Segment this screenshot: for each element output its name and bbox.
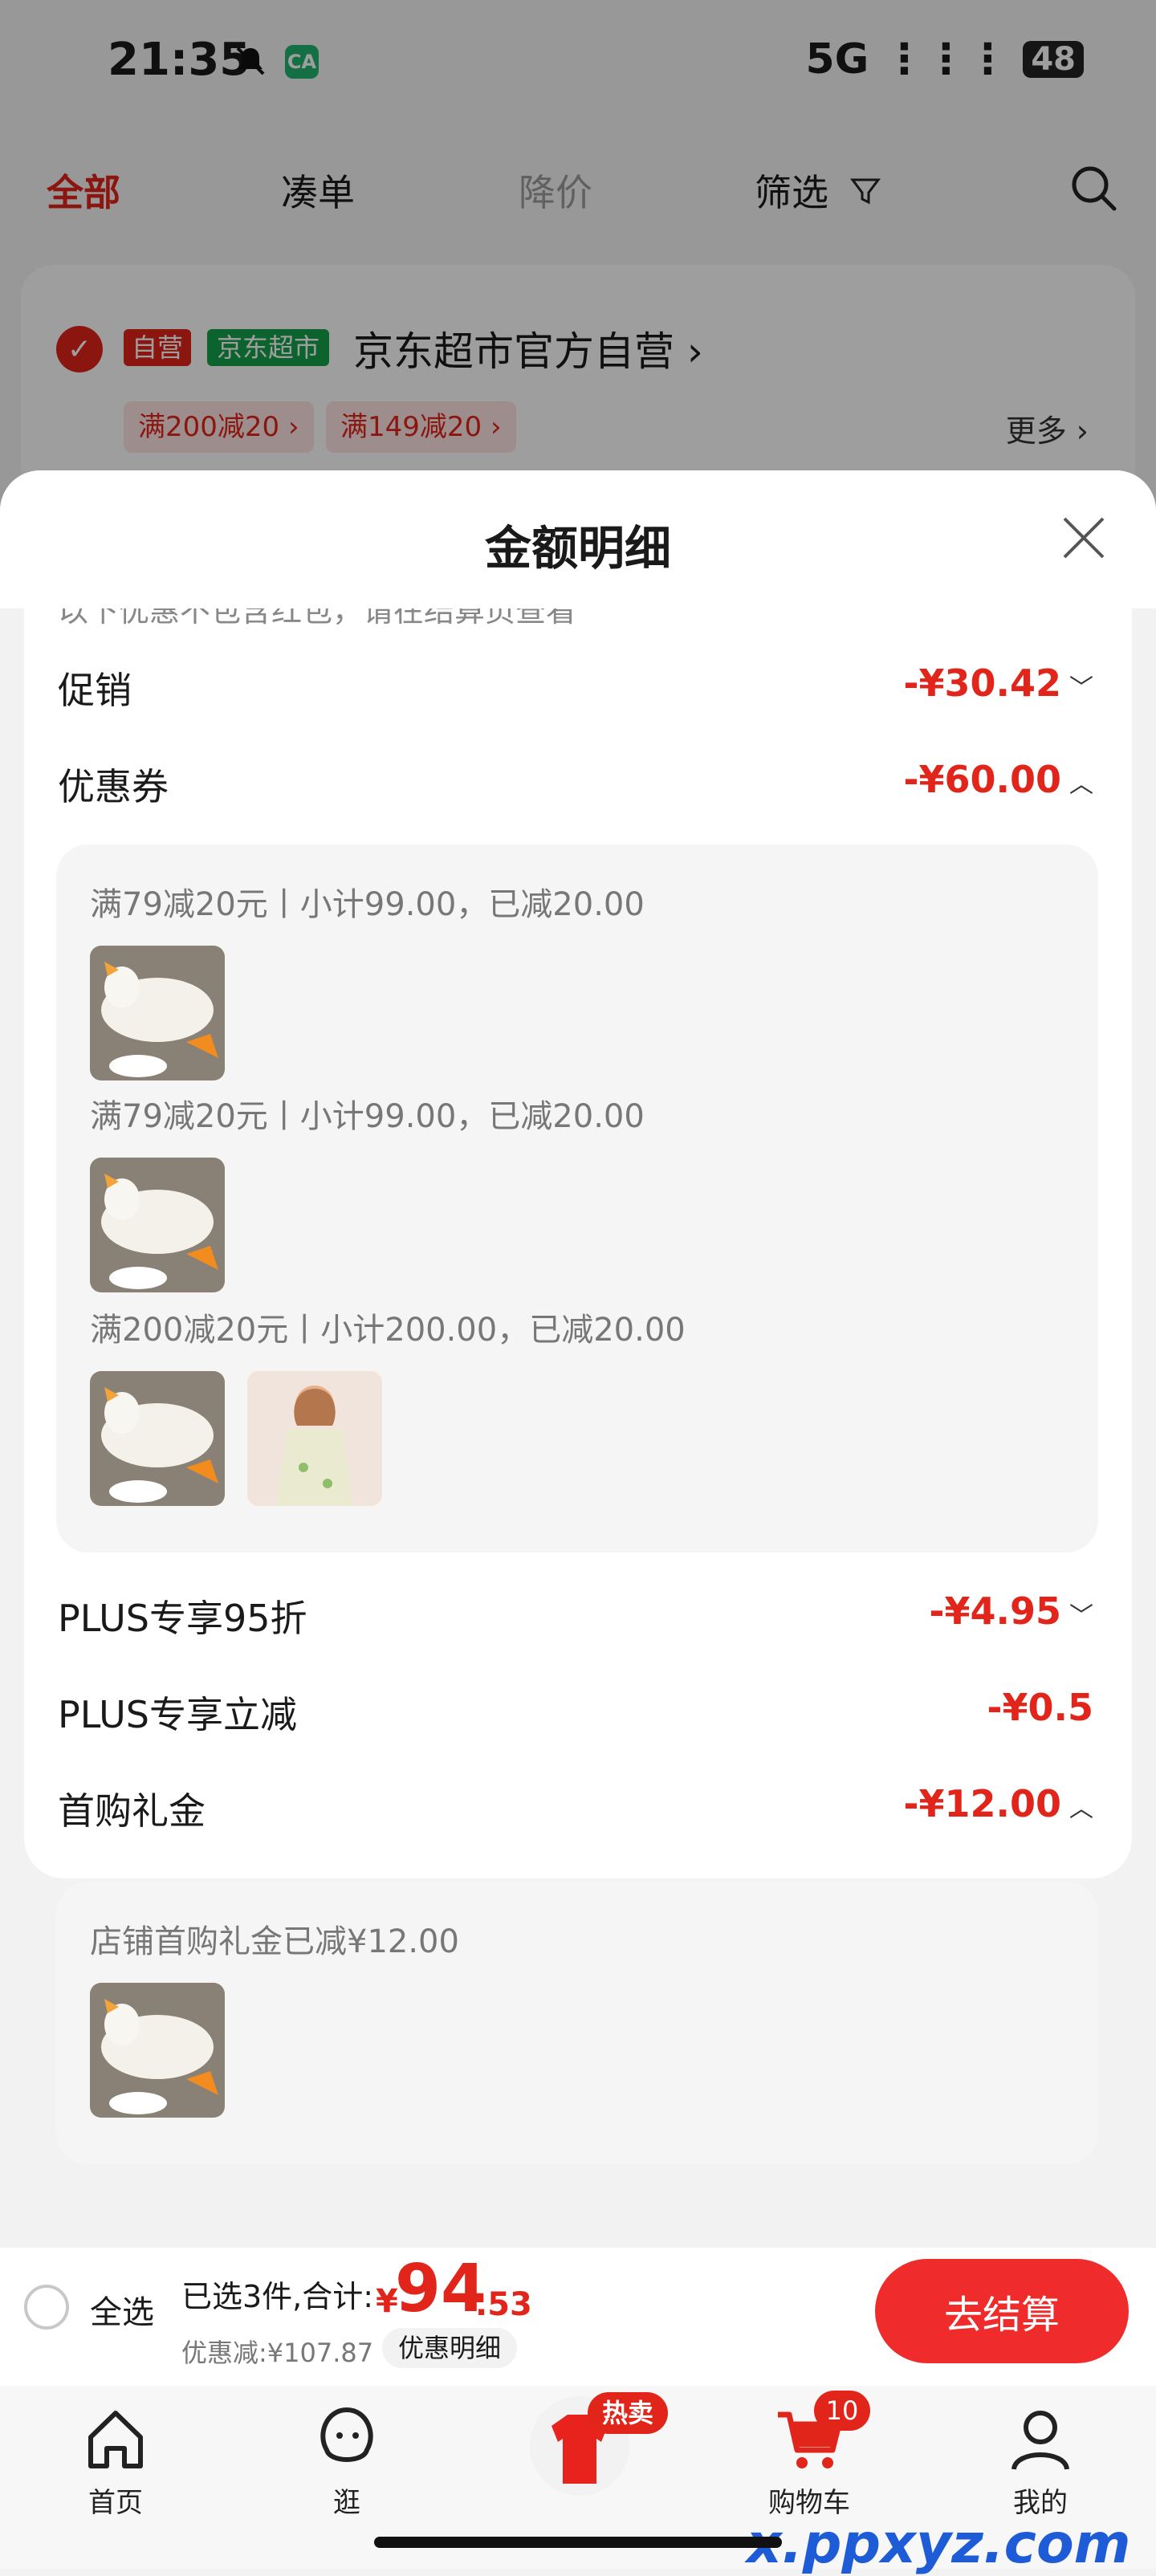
- home-icon: [88, 2411, 143, 2468]
- coupon-detail-line: 满79减20元丨小计99.00，已减20.00: [90, 886, 645, 923]
- nav-home[interactable]: 首页: [43, 2402, 188, 2520]
- notice-text: 以下优惠不包含红包，请在结算页查看: [58, 608, 577, 629]
- gift-detail-box: 店铺首购礼金已减¥12.00: [56, 1882, 1098, 2164]
- product-thumbnail-goose[interactable]: [90, 1158, 225, 1292]
- browse-face-icon: [320, 2407, 373, 2462]
- checkout-button[interactable]: 去结算: [875, 2259, 1129, 2363]
- select-all-label[interactable]: 全选: [90, 2286, 154, 2333]
- first-gift-row[interactable]: -¥12.00 ︿: [903, 1782, 1093, 1825]
- price-decimal: .53: [475, 2286, 532, 2323]
- hot-badge: 热卖: [588, 2392, 669, 2434]
- cart-count-badge: 10: [814, 2391, 870, 2431]
- close-icon[interactable]: [1058, 512, 1109, 564]
- product-thumbnail-pajamas[interactable]: [247, 1371, 382, 1506]
- nav-home-label: 首页: [88, 2487, 143, 2519]
- chevron-up-icon: ︿: [1069, 1795, 1093, 1823]
- product-thumbnail-goose[interactable]: [90, 1983, 225, 2118]
- plus-instant-label: PLUS专享立减: [58, 1693, 297, 1736]
- chevron-up-icon: ︿: [1069, 771, 1093, 799]
- discount-detail-button[interactable]: 优惠明细: [382, 2328, 518, 2368]
- price-integer: 94: [395, 2251, 487, 2327]
- discount-total: 优惠减:¥107.87: [181, 2338, 374, 2368]
- product-thumbnail-goose[interactable]: [90, 1371, 225, 1506]
- selected-summary: 已选3件,合计:: [181, 2279, 374, 2314]
- chevron-down-icon: ﹀: [1069, 1602, 1093, 1630]
- chevron-down-icon: ﹀: [1069, 674, 1093, 702]
- user-icon: [1012, 2411, 1069, 2470]
- home-indicator: [374, 2537, 782, 2548]
- checkout-bar: 全选 已选3件,合计: ¥ 94 .53 优惠减:¥107.87 优惠明细 去结…: [0, 2248, 1156, 2386]
- nav-browse-label: 逛: [333, 2487, 360, 2519]
- first-gift-label: 首购礼金: [58, 1789, 206, 1833]
- coupon-detail-box: 满79减20元丨小计99.00，已减20.00 满79减20元丨小计99.00，…: [56, 844, 1098, 1553]
- plus-discount-label: PLUS专享95折: [58, 1597, 307, 1640]
- detail-card: 以下优惠不包含红包，请在结算页查看 促销 -¥30.42 ﹀ 优惠券 -¥60.0…: [24, 608, 1132, 1878]
- coupon-label: 优惠券: [58, 765, 169, 808]
- sheet-title: 金额明细: [484, 521, 671, 576]
- gift-detail-line: 店铺首购礼金已减¥12.00: [90, 1923, 459, 1960]
- promo-row[interactable]: -¥30.42 ﹀: [903, 661, 1093, 705]
- plus-instant-value: -¥0.5: [987, 1686, 1093, 1729]
- sheet-header: 金额明细: [0, 470, 1156, 608]
- plus-discount-row[interactable]: -¥4.95 ﹀: [929, 1589, 1093, 1633]
- watermark: x.ppxyz.com: [747, 2513, 1131, 2576]
- promo-label: 促销: [58, 669, 132, 712]
- product-thumbnail-goose[interactable]: [90, 946, 225, 1080]
- coupon-detail-line: 满79减20元丨小计99.00，已减20.00: [90, 1098, 645, 1135]
- select-all-radio[interactable]: [24, 2285, 69, 2330]
- coupon-row[interactable]: -¥60.00 ︿: [903, 758, 1093, 801]
- nav-mine[interactable]: 我的: [968, 2402, 1113, 2520]
- nav-browse[interactable]: 逛: [275, 2402, 419, 2520]
- coupon-detail-line: 满200减20元丨小计200.00，已减20.00: [90, 1312, 686, 1349]
